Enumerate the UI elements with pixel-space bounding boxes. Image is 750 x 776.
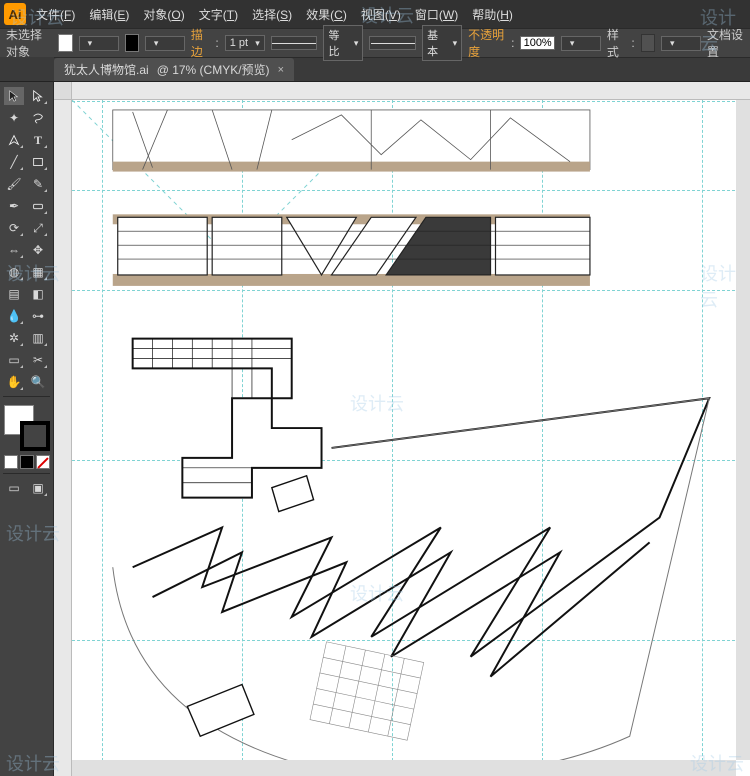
line-tool[interactable]: ╱ bbox=[3, 152, 25, 172]
document-tabbar: 犹太人博物馆.ai @ 17% (CMYK/预览) × bbox=[0, 58, 750, 82]
color-mode-none[interactable] bbox=[36, 455, 50, 469]
profile-dropdown[interactable]: 等比▾ bbox=[323, 25, 363, 61]
pen-tool[interactable] bbox=[3, 130, 25, 150]
stroke-box[interactable] bbox=[20, 421, 50, 451]
brush-preview[interactable] bbox=[369, 36, 416, 50]
ruler-vertical[interactable] bbox=[54, 100, 72, 776]
blend-tool[interactable]: ⊶ bbox=[27, 306, 49, 326]
menu-type[interactable]: 文字(T) bbox=[193, 4, 244, 25]
lasso-tool[interactable] bbox=[27, 108, 49, 128]
fill-stroke-control[interactable] bbox=[4, 405, 50, 451]
stroke-dropdown[interactable]: ▾ bbox=[145, 36, 185, 51]
opacity-dropdown[interactable]: ▾ bbox=[561, 36, 601, 51]
screen-mode-full[interactable]: ▣ bbox=[27, 478, 49, 498]
vertical-scrollbar[interactable] bbox=[736, 100, 750, 760]
artboard-tool[interactable]: ▭ bbox=[3, 350, 25, 370]
menu-edit[interactable]: 编辑(E) bbox=[83, 4, 135, 25]
type-tool[interactable]: T bbox=[27, 130, 49, 150]
menu-object[interactable]: 对象(O) bbox=[137, 4, 190, 25]
slice-tool[interactable]: ✂ bbox=[27, 350, 49, 370]
opacity-label[interactable]: 不透明度 bbox=[468, 26, 505, 60]
mesh-tool[interactable]: ▤ bbox=[3, 284, 25, 304]
workspace: ✦ T ╱ 🖌 ✎ ✒ ⟳ ⤢ ⇔ ✥ ◍ ▦ bbox=[0, 82, 750, 776]
horizontal-scrollbar[interactable] bbox=[72, 760, 736, 776]
selection-status: 未选择对象 bbox=[6, 26, 52, 60]
toolbox: ✦ T ╱ 🖌 ✎ ✒ ⟳ ⤢ ⇔ ✥ ◍ ▦ bbox=[0, 82, 54, 776]
blob-brush-tool[interactable]: ✒ bbox=[3, 196, 25, 216]
stroke-label[interactable]: 描边 bbox=[191, 26, 210, 60]
ruler-horizontal[interactable] bbox=[72, 82, 750, 100]
menu-view[interactable]: 视图(V) bbox=[355, 4, 407, 25]
eyedropper-tool[interactable]: 💧 bbox=[3, 306, 25, 326]
stroke-weight-field[interactable]: 1 pt▾ bbox=[225, 35, 265, 51]
zoom-tool[interactable]: 🔍 bbox=[27, 372, 49, 392]
eraser-tool[interactable] bbox=[27, 196, 49, 216]
tab-zoom-mode: @ 17% (CMYK/预览) bbox=[157, 61, 270, 78]
column-graph-tool[interactable]: ▥ bbox=[27, 328, 49, 348]
perspective-grid-tool[interactable]: ▦ bbox=[27, 262, 49, 282]
paintbrush-tool[interactable]: 🖌 bbox=[3, 174, 25, 194]
menu-select[interactable]: 选择(S) bbox=[246, 4, 298, 25]
scale-tool[interactable]: ⤢ bbox=[27, 218, 49, 238]
stroke-swatch[interactable] bbox=[125, 34, 139, 52]
document-tab[interactable]: 犹太人博物馆.ai @ 17% (CMYK/预览) × bbox=[54, 58, 294, 81]
gradient-tool[interactable]: ◧ bbox=[27, 284, 49, 304]
fill-swatch[interactable] bbox=[58, 34, 72, 52]
control-bar: 未选择对象 ▾ ▾ 描边: 1 pt▾ 等比▾ 基本▾ 不透明度: 100% ▾… bbox=[0, 28, 750, 58]
menubar: Ai 文件(F) 编辑(E) 对象(O) 文字(T) 选择(S) 效果(C) 视… bbox=[0, 0, 750, 28]
rotate-tool[interactable]: ⟳ bbox=[3, 218, 25, 238]
doc-setup-button[interactable]: 文档设置 bbox=[707, 26, 744, 60]
magic-wand-tool[interactable]: ✦ bbox=[3, 108, 25, 128]
free-transform-tool[interactable]: ✥ bbox=[27, 240, 49, 260]
selection-tool[interactable] bbox=[3, 86, 25, 106]
width-tool[interactable]: ⇔ bbox=[3, 240, 25, 260]
app-logo: Ai bbox=[4, 3, 26, 25]
menu-effect[interactable]: 效果(C) bbox=[300, 4, 353, 25]
tab-filename: 犹太人博物馆.ai bbox=[64, 61, 149, 78]
pencil-tool[interactable]: ✎ bbox=[27, 174, 49, 194]
screen-mode-normal[interactable]: ▭ bbox=[3, 478, 25, 498]
color-mode-gradient[interactable] bbox=[20, 455, 34, 469]
style-swatch[interactable] bbox=[641, 34, 655, 52]
style-label: 样式 bbox=[607, 26, 626, 60]
fill-dropdown[interactable]: ▾ bbox=[79, 36, 119, 51]
rectangle-tool[interactable] bbox=[27, 152, 49, 172]
hand-tool[interactable]: ✋ bbox=[3, 372, 25, 392]
menu-window[interactable]: 窗口(W) bbox=[409, 4, 464, 25]
brush-dropdown[interactable]: 基本▾ bbox=[422, 25, 462, 61]
ruler-origin[interactable] bbox=[54, 82, 72, 100]
color-mode-fill[interactable] bbox=[4, 455, 18, 469]
menu-list: 文件(F) 编辑(E) 对象(O) 文字(T) 选择(S) 效果(C) 视图(V… bbox=[30, 4, 519, 25]
menu-help[interactable]: 帮助(H) bbox=[466, 4, 519, 25]
artboard[interactable] bbox=[72, 100, 750, 776]
shape-builder-tool[interactable]: ◍ bbox=[3, 262, 25, 282]
close-icon[interactable]: × bbox=[278, 64, 284, 76]
opacity-field[interactable]: 100% bbox=[520, 36, 554, 50]
artwork[interactable] bbox=[72, 100, 750, 776]
menu-file[interactable]: 文件(F) bbox=[30, 4, 81, 25]
canvas-area bbox=[54, 82, 750, 776]
direct-selection-tool[interactable] bbox=[27, 86, 49, 106]
symbol-sprayer-tool[interactable]: ✲ bbox=[3, 328, 25, 348]
stroke-profile[interactable] bbox=[271, 36, 318, 50]
style-dropdown[interactable]: ▾ bbox=[661, 36, 701, 51]
